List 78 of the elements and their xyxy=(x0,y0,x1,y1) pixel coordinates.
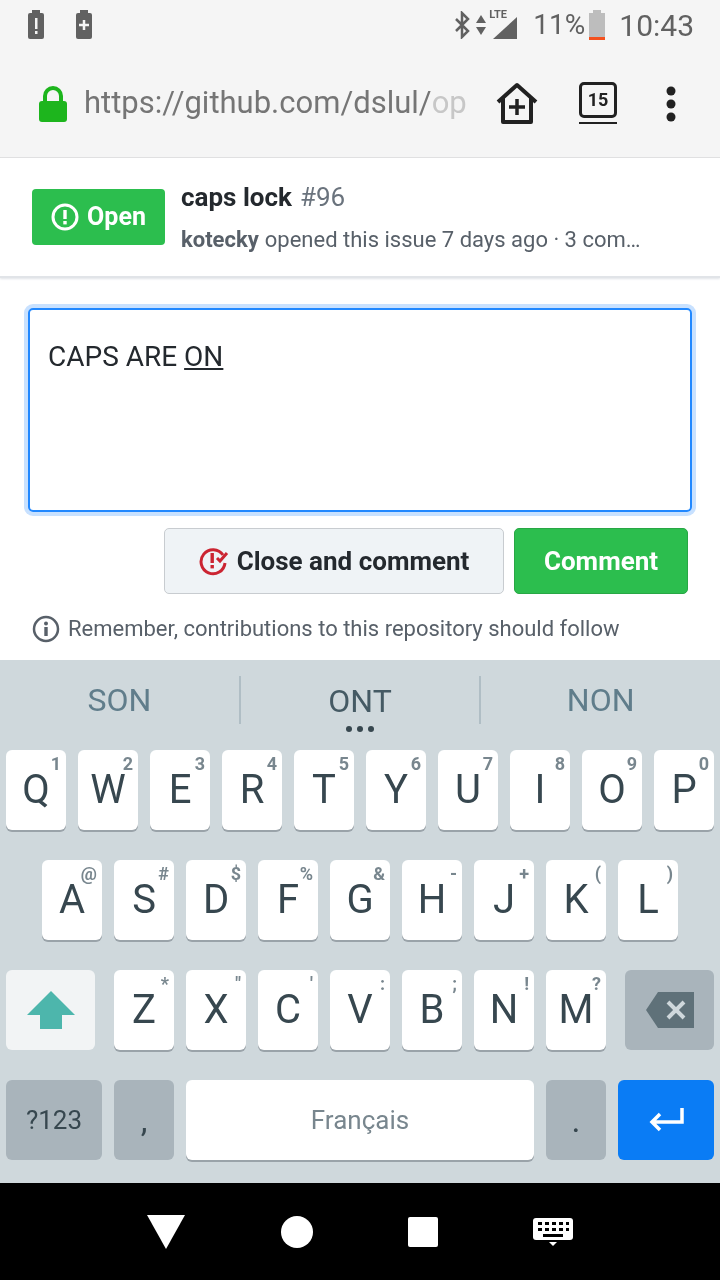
keyboard-key[interactable]: I 8 xyxy=(510,750,570,830)
key-hint: ? xyxy=(592,972,601,996)
key-hint: ( xyxy=(594,862,601,886)
signal-icon xyxy=(493,17,518,39)
key-hint: 7 xyxy=(482,752,493,776)
keyboard-key[interactable]: G & xyxy=(330,860,390,940)
key-hint: % xyxy=(299,862,313,886)
key-hint: * xyxy=(160,972,169,996)
keyboard-key[interactable]: X " xyxy=(186,970,246,1050)
keyboard-key[interactable]: J + xyxy=(474,860,534,940)
enter-key[interactable] xyxy=(618,1080,714,1160)
key-hint: 1 xyxy=(50,752,61,776)
alert-battery-icon xyxy=(26,10,46,40)
key-hint: 0 xyxy=(698,752,709,776)
back-icon[interactable] xyxy=(147,1214,186,1249)
clock: 10:43 xyxy=(619,6,694,45)
more-dots-icon xyxy=(345,725,375,733)
issue-icon xyxy=(51,203,80,231)
keyboard-key[interactable]: B ; xyxy=(402,970,462,1050)
add-to-home-icon[interactable] xyxy=(494,81,540,126)
key-hint: 8 xyxy=(554,752,565,776)
key-hint: $ xyxy=(230,862,241,886)
keyboard-key[interactable]: K ( xyxy=(546,860,606,940)
key-hint: ! xyxy=(524,972,529,996)
suggestion-chip[interactable]: ONT xyxy=(240,660,480,740)
charging-battery-icon xyxy=(74,10,94,40)
bluetooth-icon xyxy=(453,11,472,39)
key-hint: ' xyxy=(310,972,313,996)
key-hint: 3 xyxy=(194,752,205,776)
contribution-notice: Remember, contributions to this repository should follow xyxy=(68,615,620,643)
key-hint: : xyxy=(379,972,385,996)
keyboard-key[interactable]: H - xyxy=(402,860,462,940)
keyboard-key[interactable]: L ) xyxy=(618,860,678,940)
issue-closed-icon xyxy=(198,546,229,576)
info-icon xyxy=(32,614,60,643)
key-hint: ) xyxy=(666,862,673,886)
menu-icon[interactable] xyxy=(666,85,676,122)
key-hint: 2 xyxy=(122,752,133,774)
backspace-key[interactable] xyxy=(625,970,714,1050)
key-hint: & xyxy=(373,862,385,886)
keyboard-icon[interactable] xyxy=(532,1217,573,1246)
space-key[interactable]: Français xyxy=(186,1080,534,1160)
shift-arrow-icon xyxy=(26,991,75,1029)
issue-meta: opened this issue 7 days ago · 3 com… xyxy=(264,226,641,254)
key-hint: # xyxy=(158,862,169,886)
issue-title: caps lock xyxy=(181,181,292,214)
keyboard-key[interactable]: F % xyxy=(258,860,318,940)
close-and-comment-button[interactable]: Close and comment xyxy=(164,528,504,594)
key-hint: ; xyxy=(452,972,457,996)
network-type: LTE xyxy=(489,7,508,23)
key-hint: - xyxy=(449,862,457,886)
keyboard-key[interactable]: S # xyxy=(114,860,174,940)
keyboard-key[interactable]: M ? xyxy=(546,970,606,1050)
key-hint: + xyxy=(519,862,529,886)
keyboard-key[interactable]: A @ xyxy=(42,860,102,940)
issue-author[interactable]: kotecky xyxy=(181,223,259,256)
key-hint: @ xyxy=(80,862,97,884)
issue-number: #96 xyxy=(299,181,346,214)
keyboard-key[interactable]: V : xyxy=(330,970,390,1050)
comma-key[interactable]: , xyxy=(114,1080,174,1160)
battery-percent: 11% xyxy=(533,7,586,43)
recents-icon[interactable] xyxy=(408,1216,439,1247)
key-hint: 6 xyxy=(410,752,421,776)
keyboard-key[interactable]: N ! xyxy=(474,970,534,1050)
key-hint: " xyxy=(235,972,241,996)
symbols-key[interactable]: ?123 xyxy=(6,1080,102,1160)
key-hint: 4 xyxy=(266,752,277,776)
backspace-icon xyxy=(645,992,694,1028)
battery-icon xyxy=(589,10,606,40)
keyboard-key[interactable]: C ' xyxy=(258,970,318,1050)
key-hint: 5 xyxy=(338,752,349,776)
period-key[interactable]: . xyxy=(546,1080,606,1160)
key-hint: 9 xyxy=(626,752,637,776)
lock-icon xyxy=(38,85,68,122)
issue-state-badge: Open xyxy=(32,189,165,245)
keyboard-key[interactable]: D $ xyxy=(186,860,246,940)
home-icon[interactable] xyxy=(279,1214,314,1249)
keyboard-key[interactable]: Z * xyxy=(114,970,174,1050)
